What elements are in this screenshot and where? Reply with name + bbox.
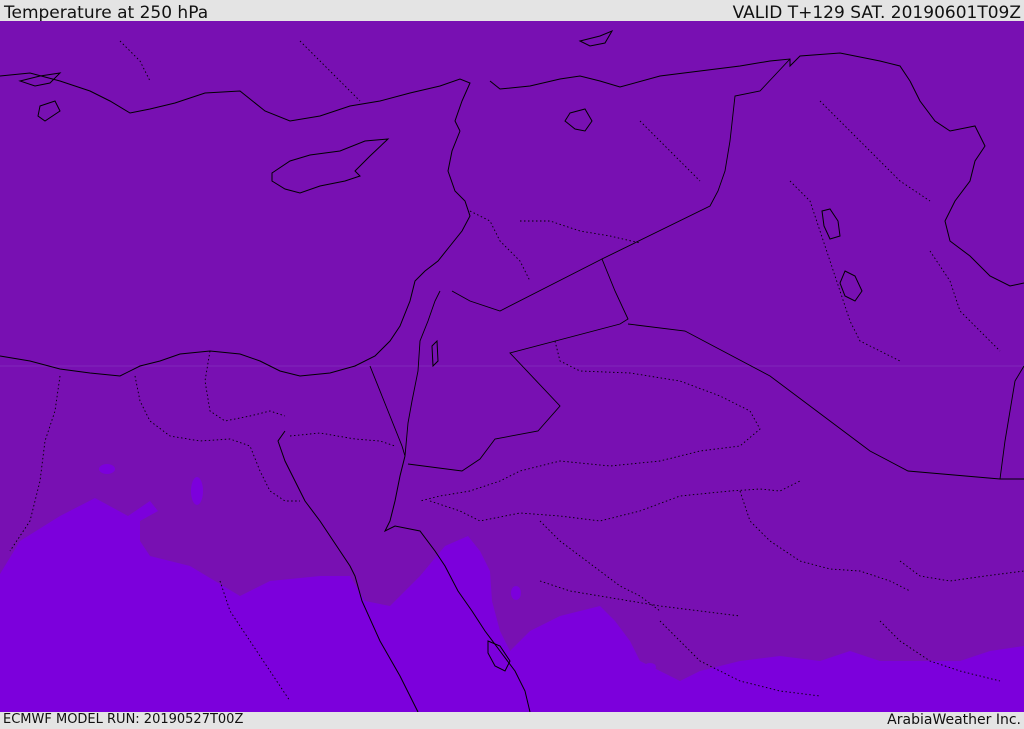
color-patch [644, 663, 656, 671]
color-patch [511, 586, 521, 600]
color-patch [191, 477, 203, 505]
map-title: Temperature at 250 hPa [4, 3, 209, 23]
credit-label: ArabiaWeather Inc. [887, 712, 1021, 728]
footer-bar: ECMWF MODEL RUN: 20190527T00Z ArabiaWeat… [0, 712, 1024, 729]
header-bar: Temperature at 250 hPa VALID T+129 SAT. … [0, 0, 1024, 23]
model-run-label: ECMWF MODEL RUN: 20190527T00Z [3, 712, 244, 727]
color-patch [99, 464, 115, 474]
valid-time-label: VALID T+129 SAT. 20190601T09Z [732, 3, 1021, 23]
weather-map[interactable] [0, 21, 1024, 712]
